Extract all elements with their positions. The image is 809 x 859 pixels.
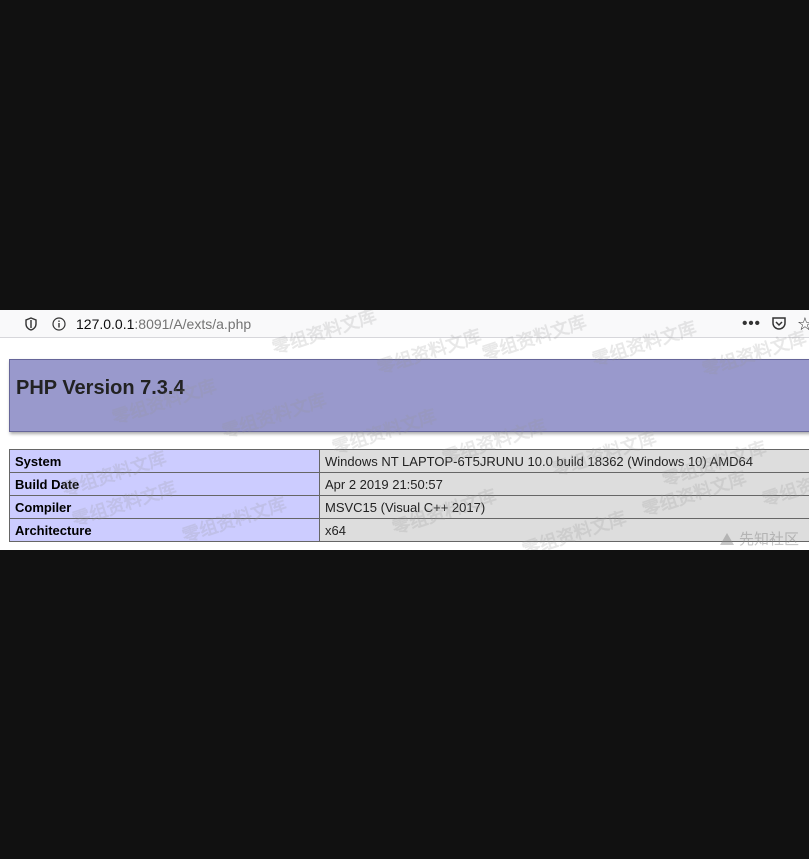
row-key: Compiler [9,495,320,519]
pocket-icon[interactable] [771,316,787,331]
url-host: 127.0.0.1 [76,315,135,332]
table-row: Compiler MSVC15 (Visual C++ 2017) [9,495,809,519]
page-title: PHP Version 7.3.4 [16,377,185,399]
url-text[interactable]: 127.0.0.1:8091/A/exts/a.php [76,316,251,332]
bookmark-star-icon[interactable]: ☆ [797,315,809,333]
xianzhi-watermark-logo: 先知社区 [719,528,799,549]
row-key: Build Date [9,472,320,496]
table-row: Build Date Apr 2 2019 21:50:57 [9,472,809,496]
page-actions-more-button[interactable]: ••• [742,315,761,332]
table-row: Architecture x64 [9,518,809,542]
tracking-protection-shield-icon[interactable] [24,316,38,331]
row-value: Apr 2 2019 21:50:57 [319,472,809,496]
row-value: MSVC15 (Visual C++ 2017) [319,495,809,519]
address-bar[interactable]: 127.0.0.1:8091/A/exts/a.php ••• ☆ [0,310,809,338]
row-key: System [9,449,320,473]
xianzhi-logo-icon [719,532,734,545]
row-value: Windows NT LAPTOP-6T5JRUNU 10.0 build 18… [319,449,809,473]
address-bar-actions: ••• ☆ [742,310,809,337]
phpinfo-table: System Windows NT LAPTOP-6T5JRUNU 10.0 b… [9,449,809,542]
site-info-icon[interactable] [52,316,66,331]
watermark-logo-text: 先知社区 [738,530,799,548]
php-version-header: PHP Version 7.3.4 [9,359,809,432]
screenshot-crop: 127.0.0.1:8091/A/exts/a.php ••• ☆ PHP Ve… [0,310,809,550]
url-path: :8091/A/exts/a.php [134,315,252,332]
row-key: Architecture [9,518,320,542]
table-row: System Windows NT LAPTOP-6T5JRUNU 10.0 b… [9,449,809,473]
